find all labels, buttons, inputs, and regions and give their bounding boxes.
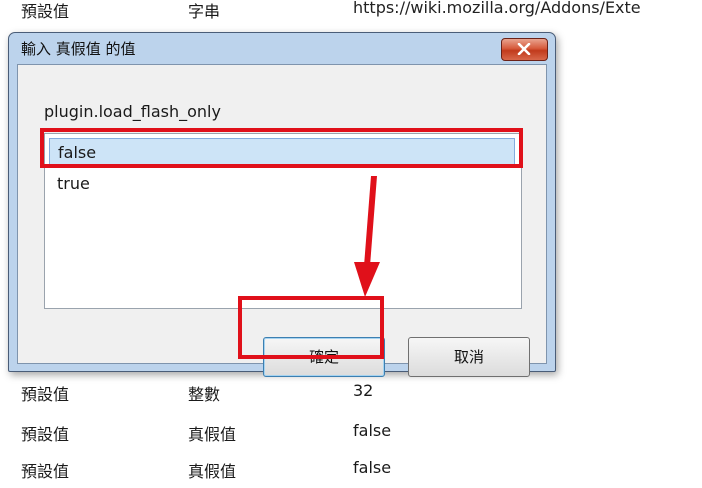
bg-table-row[interactable]: 預設值 真假值 false [0, 421, 702, 451]
cancel-button[interactable]: 取消 [408, 337, 530, 377]
bg-cell-status: 預設值 [21, 425, 70, 444]
close-button[interactable] [501, 38, 548, 61]
bg-cell-status: 預設值 [21, 462, 70, 481]
dialog-title: 輸入 真假值 的值 [21, 40, 136, 58]
close-icon [517, 43, 531, 55]
bg-cell-status: 預設值 [21, 385, 70, 404]
bg-cell-type: 字串 [188, 2, 221, 21]
pref-name-label: plugin.load_flash_only [44, 102, 221, 121]
dialog-titlebar[interactable]: 輸入 真假值 的值 [9, 33, 555, 63]
bg-cell-value: false [353, 458, 392, 477]
highlight-false-option [40, 128, 523, 168]
bg-cell-type: 真假值 [188, 462, 237, 481]
bg-table-row[interactable]: 預設值 真假值 false [0, 458, 702, 488]
option-true[interactable]: true [49, 170, 515, 198]
bg-cell-type: 真假值 [188, 425, 237, 444]
bg-cell-status: 預設值 [21, 2, 70, 21]
bg-cell-value-url: https://wiki.mozilla.org/Addons/Exte [353, 0, 641, 17]
bg-cell-value: false [353, 421, 392, 440]
highlight-ok-button [238, 296, 384, 359]
bg-cell-value: 32 [353, 381, 374, 400]
bg-cell-type: 整數 [188, 385, 221, 404]
bg-table-row[interactable]: 預設值 整數 32 [0, 381, 702, 411]
